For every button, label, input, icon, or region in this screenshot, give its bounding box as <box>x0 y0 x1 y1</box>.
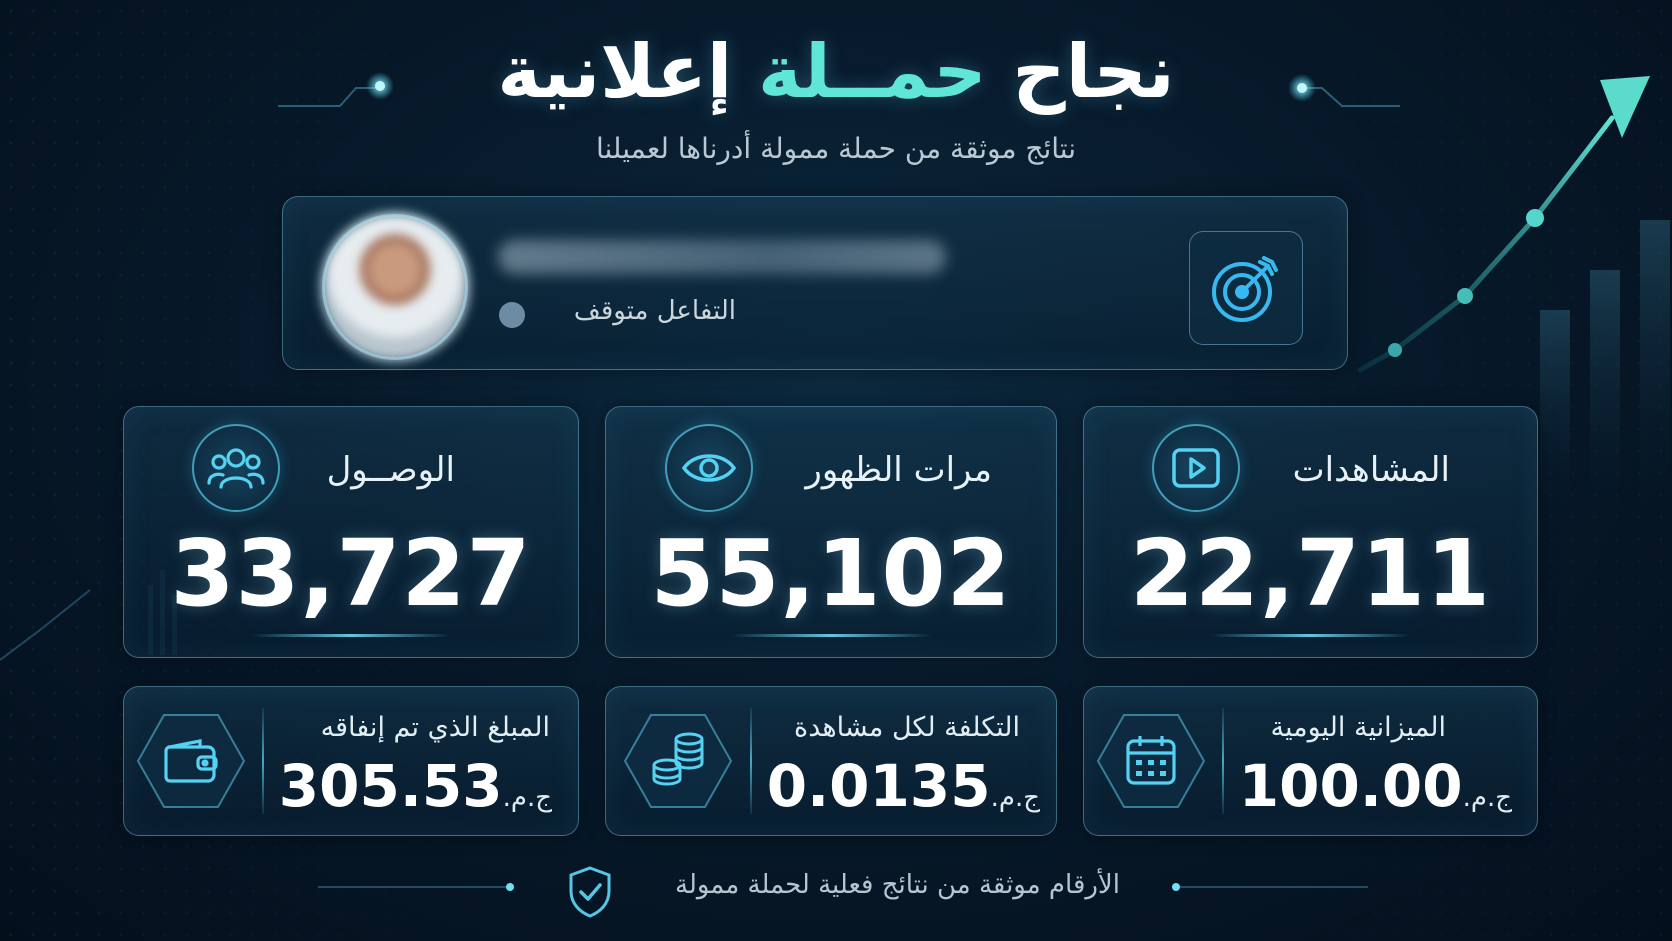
glow-line <box>1210 634 1410 637</box>
footer-note: الأرقام موثقة من نتائج فعلية لحملة ممولة <box>675 870 1120 900</box>
amount: 305.53 <box>278 752 503 820</box>
stat-value-impressions: 55,102 <box>650 520 1012 627</box>
wallet-icon-hex <box>136 714 246 808</box>
currency-label: ج.م. <box>502 783 552 813</box>
divider <box>1222 708 1224 814</box>
money-value-amount-spent: ج.م. 305.53 <box>278 752 560 820</box>
status-dot <box>499 302 525 328</box>
stat-label-reach: الوصــول <box>326 450 455 490</box>
glow-line <box>731 634 931 637</box>
play-icon-circle <box>1152 424 1240 512</box>
title-accent: حمــلة <box>758 29 987 115</box>
amount: 0.0135 <box>766 752 991 820</box>
glow-line <box>251 634 451 637</box>
stat-value-views: 22,711 <box>1129 520 1492 627</box>
calendar-icon-hex <box>1096 714 1206 808</box>
money-label-amount-spent: المبلغ الذي تم إنفاقه <box>320 712 550 743</box>
stat-label-views: المشاهدات <box>1292 450 1450 490</box>
money-value-cost-per-view: ج.م. 0.0135 <box>766 752 1048 820</box>
currency-label: ج.م. <box>990 783 1040 813</box>
shield-check-icon <box>569 866 611 918</box>
users-icon <box>207 448 265 489</box>
stat-value-reach: 33,727 <box>170 520 532 627</box>
divider <box>750 708 752 814</box>
avatar-ring <box>322 214 468 360</box>
money-label-daily-budget: الميزانية اليومية <box>1270 712 1446 743</box>
play-icon <box>1172 448 1220 488</box>
stat-label-impressions: مرات الظهور <box>805 450 992 490</box>
divider <box>262 708 264 814</box>
coins-icon-hex <box>623 714 733 808</box>
page-title: نجاح حمــلة إعلانية <box>0 22 1672 122</box>
page-subtitle: نتائج موثقة من حملة ممولة أدرناها لعميلن… <box>595 132 1077 165</box>
eye-icon-circle <box>665 424 753 512</box>
title-part1: نجاح <box>986 29 1175 115</box>
users-icon-circle <box>192 424 280 512</box>
amount: 100.00 <box>1238 752 1463 820</box>
target-icon-box <box>1189 231 1303 345</box>
title-part2: إعلانية <box>497 29 759 115</box>
money-value-daily-budget: ج.م. 100.00 <box>1238 752 1520 820</box>
target-icon <box>1212 256 1278 322</box>
money-label-cost-per-view: التكلفة لكل مشاهدة <box>794 712 1020 743</box>
blurred-account-name <box>498 240 946 274</box>
status-text: التفاعل متوقف <box>573 296 736 326</box>
eye-icon <box>681 454 737 482</box>
currency-label: ج.م. <box>1462 783 1512 813</box>
